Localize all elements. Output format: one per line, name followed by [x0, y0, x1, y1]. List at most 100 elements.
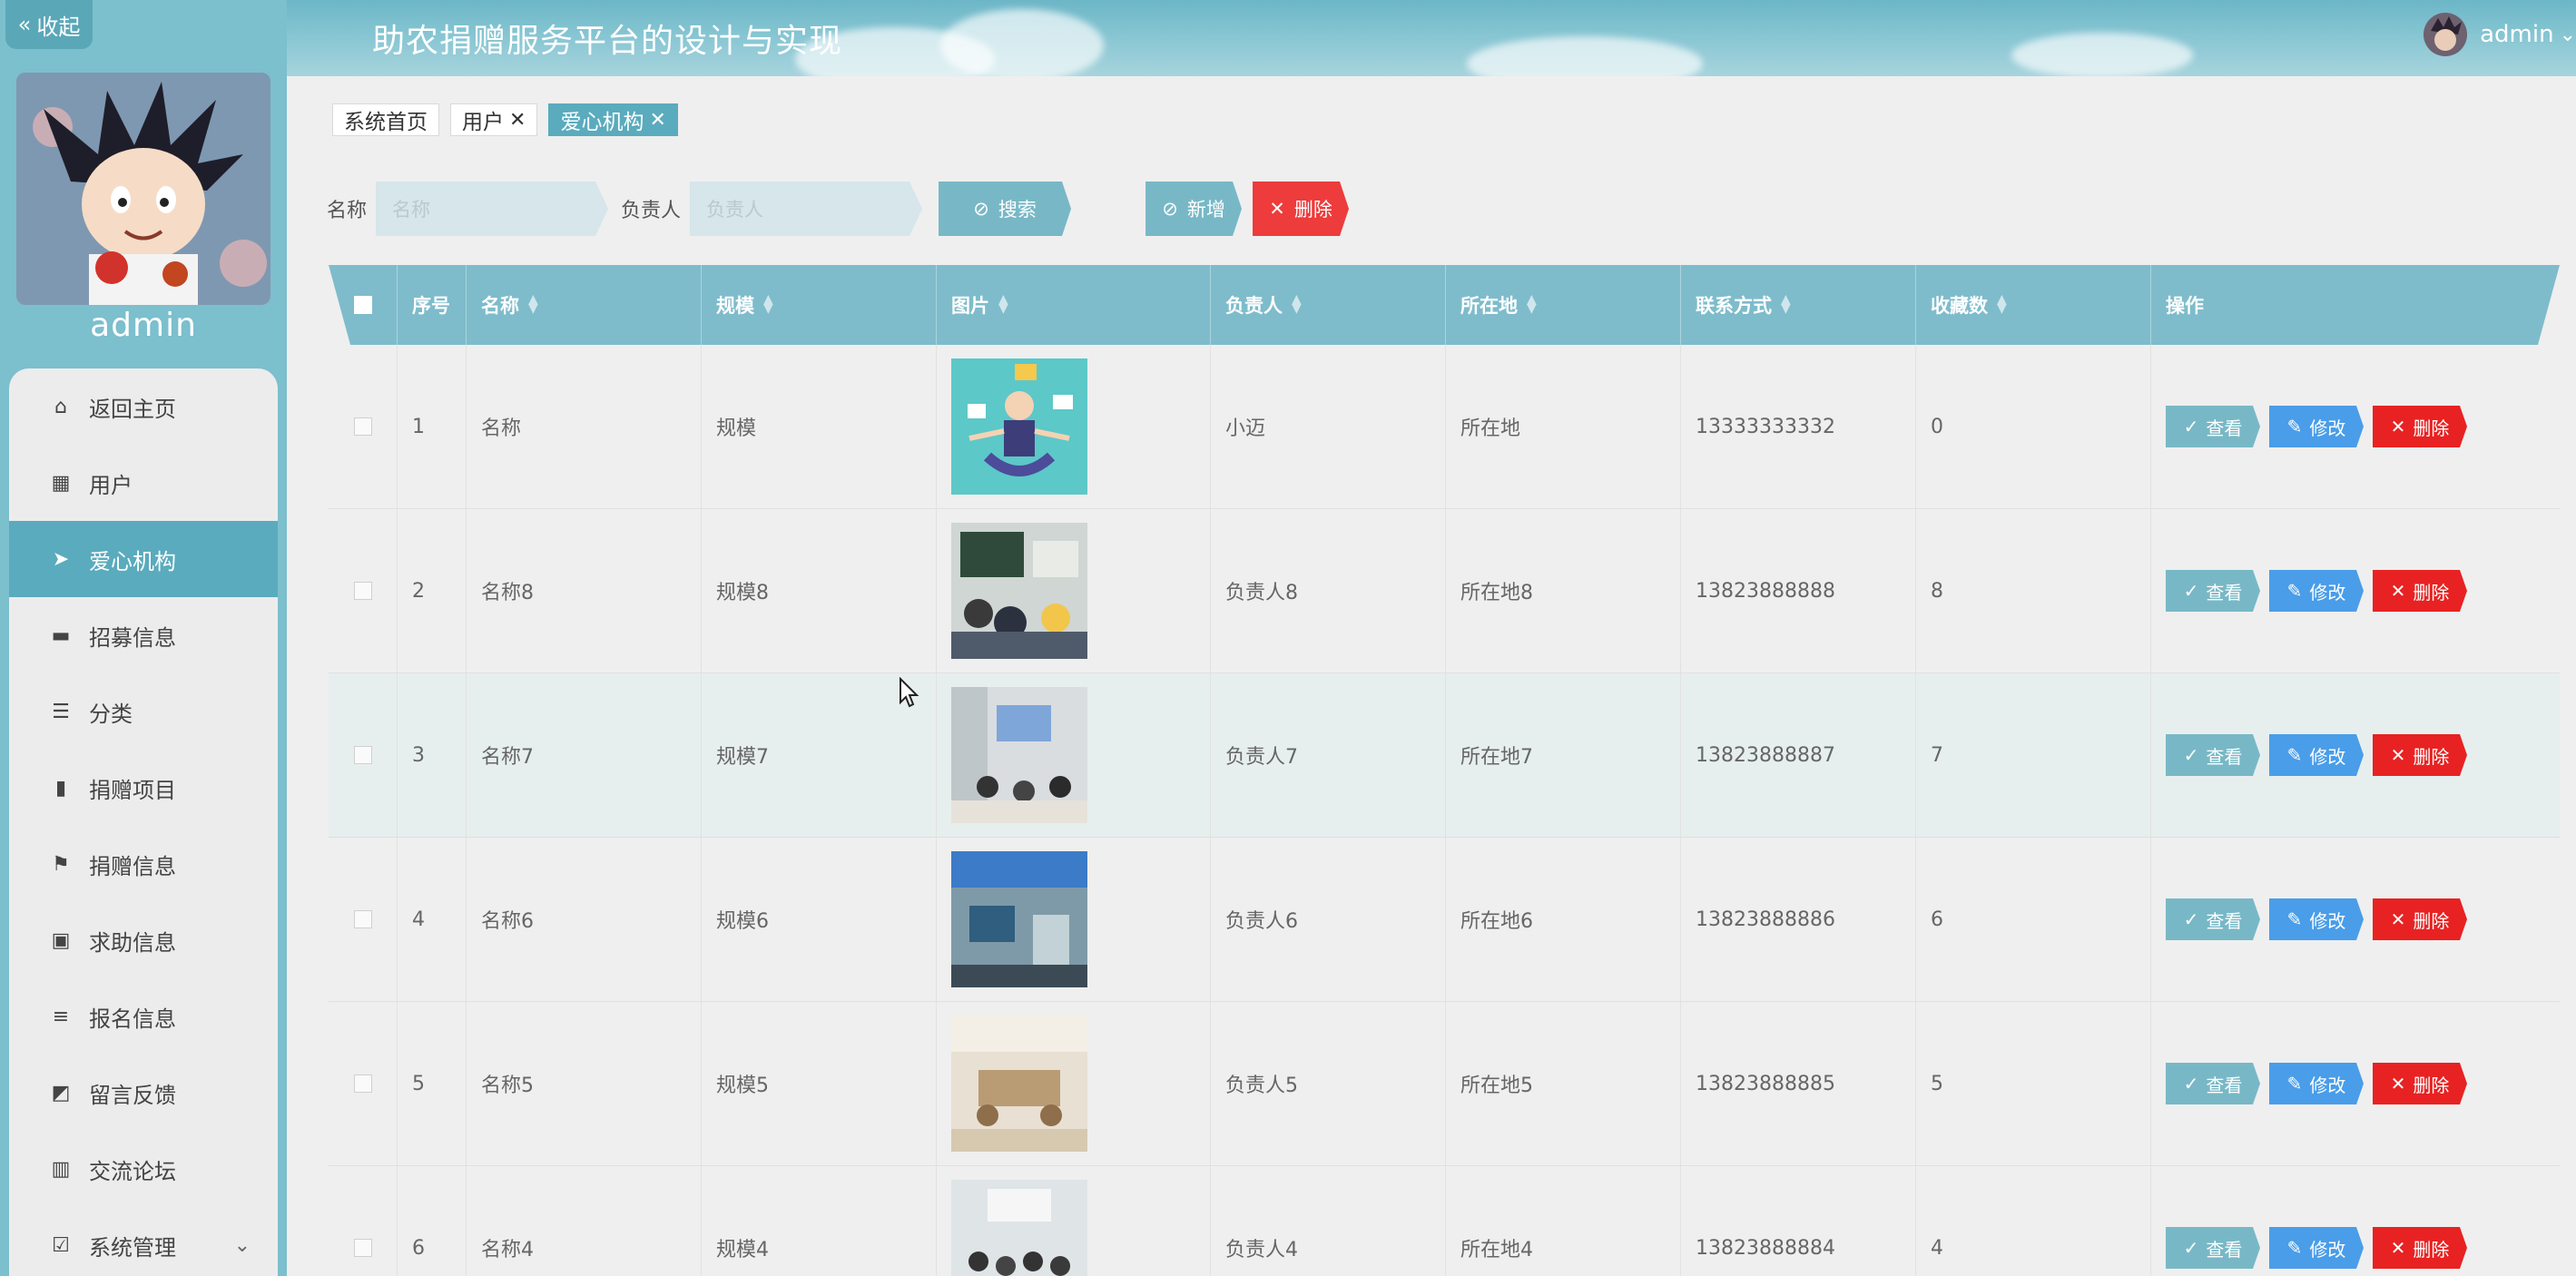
check-icon: ✓: [2183, 908, 2199, 930]
sidebar-item-home[interactable]: ⌂ 返回主页: [9, 368, 278, 445]
sidebar-item-charity-org[interactable]: ➤ 爱心机构: [9, 521, 278, 597]
delete-button-label: 删除: [1293, 199, 1332, 221]
close-icon[interactable]: ✕: [649, 109, 665, 132]
chart-icon: ◩: [51, 1081, 71, 1104]
add-button[interactable]: ⊘ 新增: [1145, 182, 1242, 236]
collapse-button[interactable]: « 收起: [5, 0, 93, 49]
check-icon: ✓: [2183, 1237, 2199, 1259]
column-header[interactable]: 图片 ▲ ▼: [937, 265, 1211, 345]
image-cell: [937, 673, 1211, 837]
scale-cell: 规模8: [702, 509, 937, 672]
org-image[interactable]: [951, 687, 1087, 823]
org-image[interactable]: [951, 1016, 1087, 1152]
edit-button[interactable]: ✎ 修改: [2269, 1063, 2364, 1104]
batch-delete-button[interactable]: ✕ 删除: [1253, 182, 1349, 236]
edit-button[interactable]: ✎ 修改: [2269, 1227, 2364, 1269]
select-all-checkbox[interactable]: [354, 296, 372, 314]
edit-button[interactable]: ✎ 修改: [2269, 734, 2364, 776]
sidebar-item-system[interactable]: ☑ 系统管理 ⌄: [9, 1207, 278, 1276]
edit-button[interactable]: ✎ 修改: [2269, 570, 2364, 612]
sidebar-item-label: 留言反馈: [89, 1082, 176, 1108]
column-header: 序号: [398, 265, 467, 345]
row-checkbox[interactable]: [353, 417, 372, 436]
org-image[interactable]: [951, 358, 1087, 495]
name-input[interactable]: 名称: [376, 182, 608, 236]
sidebar-item-donation-project[interactable]: ▮ 捐赠项目: [9, 750, 278, 826]
checklist-icon: ☑: [52, 1233, 70, 1257]
home-icon: ⌂: [54, 395, 67, 418]
sidebar-item-category[interactable]: ☰ 分类: [9, 673, 278, 750]
manager-input[interactable]: 负责人: [690, 182, 922, 236]
sort-icon[interactable]: ▲ ▼: [1292, 296, 1302, 314]
view-button[interactable]: ✓ 查看: [2166, 570, 2260, 612]
org-image[interactable]: [951, 1180, 1087, 1276]
favorites-cell: 4: [1916, 1166, 2151, 1276]
tag-users[interactable]: 用户 ✕: [450, 103, 538, 136]
close-icon[interactable]: ✕: [509, 109, 526, 132]
image-cell: [937, 509, 1211, 672]
view-button[interactable]: ✓ 查看: [2166, 406, 2260, 447]
cloud-decoration: [2011, 33, 2193, 76]
delete-button[interactable]: ✕ 删除: [2373, 734, 2467, 776]
sidebar-item-label: 交流论坛: [89, 1158, 176, 1184]
manager-cell: 负责人4: [1211, 1166, 1446, 1276]
user-menu[interactable]: admin ⌄: [2424, 13, 2576, 56]
bar-chart-icon: ▥: [51, 1157, 71, 1181]
view-button[interactable]: ✓ 查看: [2166, 1063, 2260, 1104]
row-checkbox[interactable]: [353, 1239, 372, 1257]
sidebar-item-forum[interactable]: ▥ 交流论坛: [9, 1131, 278, 1207]
sort-icon[interactable]: ▲ ▼: [998, 296, 1008, 314]
column-header[interactable]: 负责人 ▲ ▼: [1211, 265, 1446, 345]
tag-label: 系统首页: [344, 111, 428, 134]
view-button[interactable]: ✓ 查看: [2166, 898, 2260, 940]
phone-cell: 13823888888: [1681, 509, 1916, 672]
sidebar-item-feedback[interactable]: ◩ 留言反馈: [9, 1055, 278, 1131]
sidebar-item-label: 分类: [89, 701, 133, 727]
row-checkbox[interactable]: [353, 910, 372, 928]
column-header[interactable]: 所在地 ▲ ▼: [1446, 265, 1681, 345]
delete-button[interactable]: ✕ 删除: [2373, 406, 2467, 447]
sidebar-item-help-info[interactable]: ▣ 求助信息: [9, 902, 278, 978]
delete-button[interactable]: ✕ 删除: [2373, 898, 2467, 940]
delete-button[interactable]: ✕ 删除: [2373, 1227, 2467, 1269]
location-cell: 所在地6: [1446, 838, 1681, 1001]
column-header[interactable]: 名称 ▲ ▼: [467, 265, 702, 345]
sort-icon[interactable]: ▲ ▼: [1997, 296, 2007, 314]
edit-button[interactable]: ✎ 修改: [2269, 406, 2364, 447]
search-button-label: 搜索: [998, 199, 1037, 221]
column-header[interactable]: 规模 ▲ ▼: [702, 265, 937, 345]
row-checkbox[interactable]: [353, 582, 372, 600]
column-header[interactable]: 收藏数 ▲ ▼: [1916, 265, 2151, 345]
delete-button[interactable]: ✕ 删除: [2373, 570, 2467, 612]
sort-icon[interactable]: ▲ ▼: [1527, 296, 1537, 314]
row-checkbox[interactable]: [353, 746, 372, 764]
edit-icon: ✎: [2286, 1073, 2303, 1094]
tag-charity-org[interactable]: 爱心机构 ✕: [548, 103, 678, 136]
edit-button[interactable]: ✎ 修改: [2269, 898, 2364, 940]
sort-icon[interactable]: ▲ ▼: [763, 296, 773, 314]
manager-cell: 负责人5: [1211, 1002, 1446, 1165]
classroom-screen-photo: [951, 687, 1087, 823]
org-image[interactable]: [951, 523, 1087, 659]
table-row: 5 名称5 规模5 负责人5 所在地5 13823888885 5 ✓ 查看 ✎ 修…: [329, 1002, 2560, 1166]
sort-icon[interactable]: ▲ ▼: [528, 296, 538, 314]
sidebar-item-registration[interactable]: ≡ 报名信息: [9, 978, 278, 1055]
view-button[interactable]: ✓ 查看: [2166, 1227, 2260, 1269]
org-image[interactable]: [951, 851, 1087, 987]
view-button[interactable]: ✓ 查看: [2166, 734, 2260, 776]
column-header[interactable]: 联系方式 ▲ ▼: [1681, 265, 1916, 345]
row-checkbox[interactable]: [353, 1075, 372, 1093]
search-button[interactable]: ⊘ 搜索: [939, 182, 1071, 236]
delete-button[interactable]: ✕ 删除: [2373, 1063, 2467, 1104]
row-select-cell: [329, 1002, 398, 1165]
sidebar-item-label: 捐赠项目: [89, 777, 176, 803]
image-cell: [937, 1166, 1211, 1276]
sidebar-item-users[interactable]: ▦ 用户: [9, 445, 278, 521]
sidebar-item-donation-info[interactable]: ⚑ 捐赠信息: [9, 826, 278, 902]
tag-home[interactable]: 系统首页: [332, 103, 439, 136]
image-cell: [937, 345, 1211, 508]
header-username: admin: [2480, 21, 2554, 48]
sidebar-item-recruitment[interactable]: ▬ 招募信息: [9, 597, 278, 673]
table-row: 2 名称8 规模8 负责人8 所在地8 13823888888 8 ✓ 查看 ✎ 修…: [329, 509, 2560, 673]
sort-icon[interactable]: ▲ ▼: [1781, 296, 1791, 314]
